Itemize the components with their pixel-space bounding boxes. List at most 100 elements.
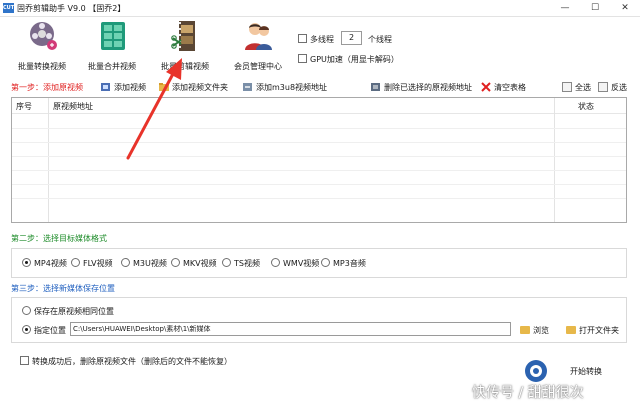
- format-option-ts[interactable]: TS视频: [222, 258, 260, 269]
- delete-selected-button[interactable]: 删除已选择的原视频地址: [371, 82, 472, 93]
- close-button[interactable]: ✕: [610, 0, 640, 17]
- step2-title: 第二步：选择目标媒体格式: [11, 234, 107, 243]
- add-m3u8-label: 添加m3u8视频地址: [256, 83, 328, 92]
- multithread-checkbox[interactable]: 多线程: [298, 34, 334, 45]
- browse-button[interactable]: 浏览: [520, 325, 549, 336]
- row-divider: [12, 170, 626, 171]
- merge-grid-icon: [101, 22, 125, 50]
- batch-convert-button[interactable]: 批量转换视频: [6, 20, 78, 74]
- batch-merge-button[interactable]: 批量合并视频: [76, 20, 148, 74]
- radio[interactable]: [321, 258, 330, 267]
- radio[interactable]: [222, 258, 231, 267]
- step1-title: 第一步：添加原视频: [11, 83, 83, 92]
- radio[interactable]: [71, 258, 80, 267]
- tool-label: 批量剪辑视频: [161, 62, 209, 71]
- delete-after-box[interactable]: [20, 356, 29, 365]
- tool-label: 批量转换视频: [18, 62, 66, 71]
- gpu-label: GPU加速（用显卡解码）: [310, 55, 399, 64]
- row-divider: [12, 142, 626, 143]
- add-folder-label: 添加视频文件夹: [172, 83, 228, 92]
- format-option-m3u[interactable]: M3U视频: [121, 258, 167, 269]
- column-status: 状态: [578, 102, 594, 111]
- option-same-label: 保存在原视频相同位置: [34, 307, 114, 316]
- film-strip-icon: [171, 21, 195, 51]
- multithread-label: 多线程: [310, 35, 334, 44]
- format-option-mp3[interactable]: MP3音频: [321, 258, 366, 269]
- start-convert-icon[interactable]: [525, 360, 547, 382]
- members-icon: [245, 23, 272, 50]
- table-header: 序号 原视频地址 状态: [12, 98, 626, 114]
- row-divider: [12, 156, 626, 157]
- select-all-button[interactable]: 全选: [562, 82, 591, 93]
- watermark: 快传号 / 甜甜很次: [472, 385, 584, 401]
- select-all-icon: [562, 82, 572, 92]
- member-center-button[interactable]: 会员管理中心: [222, 20, 294, 74]
- invert-selection-button[interactable]: 反选: [598, 82, 627, 93]
- format-label: TS视频: [234, 259, 260, 268]
- select-all-label: 全选: [575, 83, 591, 92]
- clear-table-label: 清空表格: [494, 83, 526, 92]
- save-path-input[interactable]: C:\Users\HUAWEI\Desktop\素材\1\新媒体: [70, 322, 511, 336]
- add-video-button[interactable]: 添加视频: [101, 82, 146, 93]
- format-label: FLV视频: [83, 259, 113, 268]
- row-divider: [12, 184, 626, 185]
- radio-selected[interactable]: [22, 258, 31, 267]
- title-bar: CUT 固乔剪辑助手 V9.0 【固乔2】 — ☐ ✕: [0, 0, 640, 17]
- step3-title: 第三步：选择新媒体保存位置: [11, 284, 115, 293]
- tool-label: 会员管理中心: [234, 62, 282, 71]
- option-custom-location[interactable]: 指定位置: [22, 325, 66, 336]
- step1-toolbar: 第一步：添加原视频 添加视频 添加视频文件夹 添加m3u8视频地址 删除已选择的…: [0, 80, 640, 96]
- format-option-flv[interactable]: FLV视频: [71, 258, 113, 269]
- gpu-checkbox[interactable]: GPU加速（用显卡解码）: [298, 54, 399, 65]
- radio[interactable]: [22, 306, 31, 315]
- video-table[interactable]: 序号 原视频地址 状态: [11, 97, 627, 223]
- column-index: 序号: [16, 102, 32, 111]
- format-label: MP3音频: [333, 259, 366, 268]
- multithread-box[interactable]: [298, 34, 307, 43]
- option-custom-label: 指定位置: [34, 326, 66, 335]
- radio-selected[interactable]: [22, 325, 31, 334]
- radio[interactable]: [171, 258, 180, 267]
- add-video-label: 添加视频: [114, 83, 146, 92]
- add-folder-button[interactable]: 添加视频文件夹: [159, 82, 228, 93]
- option-same-location[interactable]: 保存在原视频相同位置: [22, 306, 114, 317]
- radio[interactable]: [271, 258, 280, 267]
- main-toolbar: 批量转换视频 批量合并视频 批量剪辑视频 会员管理中心 多线程 2 个线程 GP…: [0, 18, 640, 78]
- location-group: [11, 297, 627, 343]
- batch-edit-button[interactable]: 批量剪辑视频: [149, 20, 221, 74]
- radio[interactable]: [121, 258, 130, 267]
- open-folder-button[interactable]: 打开文件夹: [566, 325, 619, 336]
- open-folder-label: 打开文件夹: [579, 326, 619, 335]
- clear-table-button[interactable]: 清空表格: [481, 82, 526, 93]
- format-option-mp4[interactable]: MP4视频: [22, 258, 67, 269]
- delete-after-checkbox[interactable]: 转换成功后，删除原视频文件（删除后的文件不能恢复）: [20, 356, 232, 367]
- thread-unit-label: 个线程: [368, 35, 392, 44]
- delete-selected-label: 删除已选择的原视频地址: [384, 83, 472, 92]
- gpu-box[interactable]: [298, 54, 307, 63]
- app-icon: CUT: [3, 3, 15, 13]
- column-divider: [554, 98, 555, 222]
- column-source-path: 原视频地址: [53, 102, 93, 111]
- start-convert-button[interactable]: 开始转换: [570, 366, 602, 377]
- folder-icon: [566, 326, 576, 334]
- format-label: MP4视频: [34, 259, 67, 268]
- row-divider: [12, 198, 626, 199]
- tool-label: 批量合并视频: [88, 62, 136, 71]
- format-label: M3U视频: [133, 259, 167, 268]
- format-option-wmv[interactable]: WMV视频: [271, 258, 319, 269]
- column-divider: [48, 98, 49, 222]
- browse-label: 浏览: [533, 326, 549, 335]
- format-option-mkv[interactable]: MKV视频: [171, 258, 217, 269]
- folder-icon: [520, 326, 530, 334]
- minimize-button[interactable]: —: [550, 0, 580, 17]
- clear-x-icon: [481, 82, 491, 92]
- row-divider: [12, 128, 626, 129]
- thread-count-input[interactable]: 2: [341, 31, 362, 45]
- film-reel-icon: [30, 22, 57, 50]
- delete-after-label: 转换成功后，删除原视频文件（删除后的文件不能恢复）: [32, 357, 232, 366]
- link-icon: [243, 83, 252, 91]
- format-label: WMV视频: [283, 259, 320, 268]
- window-title: 固乔剪辑助手 V9.0 【固乔2】: [17, 4, 126, 13]
- maximize-button[interactable]: ☐: [580, 0, 610, 17]
- add-m3u8-button[interactable]: 添加m3u8视频地址: [243, 82, 327, 93]
